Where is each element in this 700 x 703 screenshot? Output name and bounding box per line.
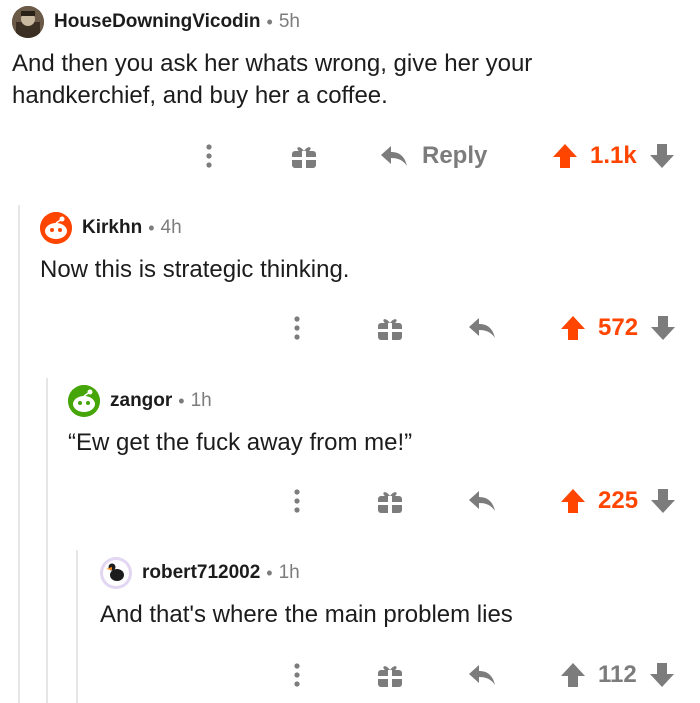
gift-icon[interactable] (376, 481, 404, 521)
downvote-icon[interactable] (650, 315, 676, 341)
comment-body: And that's where the main problem lies (100, 601, 513, 628)
comment-robert712002: robert712002 • 1h And that's where the m… (100, 557, 700, 631)
vote-controls: 225 (560, 481, 676, 521)
comment-age: 5h (278, 11, 300, 32)
more-icon[interactable] (292, 308, 302, 348)
comment-body: And then you ask her whats wrong, give h… (12, 50, 533, 109)
gift-icon[interactable] (376, 655, 404, 695)
username[interactable]: Kirkhn (82, 217, 142, 239)
upvote-icon[interactable] (560, 662, 586, 688)
avatar[interactable] (12, 6, 44, 38)
username[interactable]: zangor (110, 390, 172, 412)
vote-controls: 572 (560, 308, 676, 348)
score: 1.1k (590, 142, 637, 169)
gift-icon[interactable] (290, 136, 318, 176)
separator-dot: • (266, 11, 273, 32)
comment-body: Now this is strategic thinking. (40, 256, 350, 283)
reply-button[interactable] (468, 655, 496, 695)
comment-body: “Ew get the fuck away from me!” (68, 429, 413, 456)
comment-housedowningvicodin: HouseDowningVicodin • 5h And then you as… (12, 6, 700, 112)
comment-zangor: zangor • 1h “Ew get the fuck away from m… (68, 385, 700, 459)
vote-controls: 1.1k (552, 136, 675, 176)
comment-actions: 572 (0, 308, 700, 348)
reply-label: Reply (422, 142, 488, 169)
score: 225 (598, 487, 639, 514)
comment-age: 1h (190, 390, 212, 411)
avatar[interactable] (68, 385, 100, 417)
reply-icon (468, 663, 496, 687)
reply-button[interactable]: Reply (380, 136, 487, 176)
separator-dot: • (178, 390, 185, 411)
avatar[interactable] (100, 557, 132, 589)
gift-icon[interactable] (376, 308, 404, 348)
more-icon[interactable] (292, 481, 302, 521)
score: 112 (598, 661, 637, 688)
comment-actions: 225 (0, 481, 700, 521)
comment-age: 1h (278, 562, 300, 583)
comment-kirkhn: Kirkhn • 4h Now this is strategic thinki… (40, 212, 700, 286)
reply-icon (380, 144, 408, 168)
comment-age: 4h (160, 217, 182, 238)
reply-button[interactable] (468, 308, 496, 348)
reply-icon (468, 489, 496, 513)
username[interactable]: HouseDowningVicodin (54, 11, 261, 33)
more-icon[interactable] (204, 136, 214, 176)
reply-button[interactable] (468, 481, 496, 521)
comment-header: Kirkhn • 4h (40, 212, 700, 244)
comment-header: zangor • 1h (68, 385, 700, 417)
comment-actions: Reply 1.1k (0, 136, 700, 176)
upvote-icon[interactable] (560, 315, 586, 341)
username[interactable]: robert712002 (142, 562, 260, 584)
downvote-icon[interactable] (649, 662, 675, 688)
reply-icon (468, 316, 496, 340)
separator-dot: • (266, 562, 273, 583)
downvote-icon[interactable] (649, 143, 675, 169)
upvote-icon[interactable] (560, 488, 586, 514)
upvote-icon[interactable] (552, 143, 578, 169)
downvote-icon[interactable] (650, 488, 676, 514)
score: 572 (598, 314, 639, 341)
comment-header: robert712002 • 1h (100, 557, 700, 589)
separator-dot: • (148, 217, 155, 238)
thread-line-level-1[interactable] (18, 205, 20, 703)
vote-controls: 112 (560, 655, 675, 695)
more-icon[interactable] (292, 655, 302, 695)
comment-header: HouseDowningVicodin • 5h (12, 6, 700, 38)
avatar[interactable] (40, 212, 72, 244)
comment-actions: 112 (0, 655, 700, 695)
